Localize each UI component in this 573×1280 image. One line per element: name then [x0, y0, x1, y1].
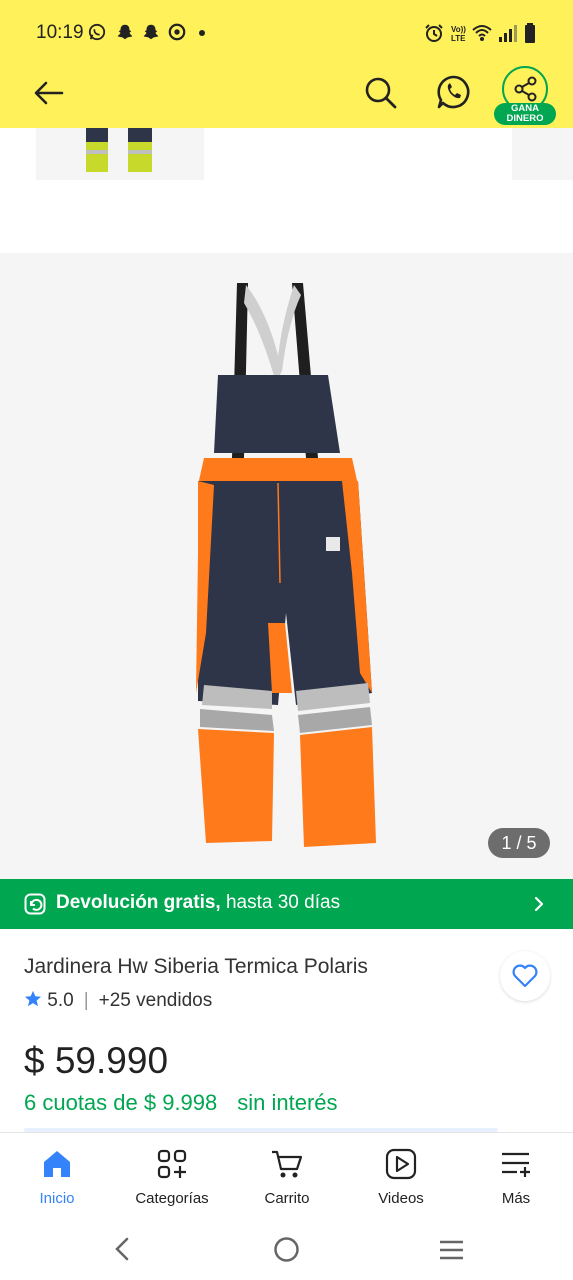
banner-bold: Devolución gratis, [56, 892, 221, 913]
thumbnail-item[interactable] [512, 128, 573, 180]
more-notifications-dot [199, 30, 205, 36]
volte-icon: Vo)) LTE [451, 25, 466, 43]
nav-label: Categorías [135, 1190, 209, 1207]
video-icon [385, 1148, 417, 1180]
nav-item-mas[interactable]: Más [466, 1133, 566, 1219]
alarm-icon [425, 24, 443, 42]
product-image [196, 283, 376, 847]
interest-free: sin interés [237, 1090, 338, 1115]
banner-rest: hasta 30 días [220, 892, 341, 913]
rating-divider: | [83, 990, 89, 1011]
more-icon [502, 1152, 530, 1177]
nav-label: Videos [378, 1190, 424, 1207]
system-navigation [0, 1218, 573, 1280]
thumbnail-image [86, 128, 152, 172]
status-time: 10:19 [36, 22, 84, 43]
battery-icon [525, 23, 535, 43]
whatsapp-icon[interactable] [434, 72, 474, 112]
return-icon [24, 893, 46, 915]
home-icon [44, 1151, 70, 1177]
banner-text: Devolución gratis, hasta 30 días [56, 892, 340, 914]
product-gallery[interactable] [0, 253, 573, 880]
gallery-counter: 1 / 5 [488, 828, 550, 858]
rating-row[interactable]: 5.0 | +25 vendidos [24, 990, 212, 1014]
thumbnail-item[interactable] [36, 128, 204, 180]
bottom-navigation: Inicio Categorías Carrito Videos Más [0, 1132, 573, 1218]
nav-label: Carrito [264, 1190, 310, 1207]
badge-line-2: DINERO [506, 113, 544, 124]
arrow-left-icon[interactable] [30, 76, 66, 110]
product-title: Jardinera Hw Siberia Termica Polaris [24, 955, 368, 978]
product-price: $ 59.990 [24, 1040, 169, 1081]
recents-icon[interactable] [438, 1239, 465, 1261]
whatsapp-icon [88, 23, 106, 41]
home-circle-icon[interactable] [273, 1236, 300, 1263]
free-return-banner[interactable]: Devolución gratis, hasta 30 días [0, 879, 573, 929]
nav-label: Inicio [39, 1190, 75, 1207]
rating-value: 5.0 [47, 990, 74, 1011]
status-bar: 10:19 Vo)) LTE [0, 0, 573, 64]
nav-item-inicio[interactable]: Inicio [7, 1133, 107, 1219]
snapchat-icon [117, 24, 133, 40]
chevron-right-icon [534, 896, 544, 912]
nav-label: Más [501, 1190, 531, 1207]
sold-count: +25 vendidos [98, 990, 213, 1011]
categories-icon [157, 1149, 187, 1179]
installments-amount: 6 cuotas de $ 9.998 [24, 1090, 218, 1115]
nav-item-videos[interactable]: Videos [351, 1133, 451, 1219]
back-icon[interactable] [112, 1236, 132, 1262]
installments: 6 cuotas de $ 9.998 sin interés [24, 1090, 338, 1116]
nav-item-carrito[interactable]: Carrito [237, 1133, 337, 1219]
star-icon [24, 990, 42, 1007]
share-earn-button[interactable]: GANA DINERO [494, 66, 556, 128]
svg-text:Vo)): Vo)) [451, 25, 466, 34]
heart-icon [512, 964, 538, 988]
favorite-button[interactable] [500, 951, 550, 1001]
snapchat-icon [143, 24, 159, 40]
cart-icon [272, 1150, 303, 1178]
search-icon[interactable] [362, 74, 400, 112]
share-icon [514, 76, 537, 102]
chrome-icon [168, 23, 186, 41]
share-earn-badge: GANA DINERO [494, 103, 556, 125]
svg-text:LTE: LTE [451, 34, 466, 43]
thumbnail-strip [0, 128, 573, 182]
nav-item-categorias[interactable]: Categorías [122, 1133, 222, 1219]
wifi-icon [472, 25, 492, 41]
signal-icon [499, 25, 517, 42]
app-header: 10:19 Vo)) LTE GANA DINERO [0, 0, 573, 128]
